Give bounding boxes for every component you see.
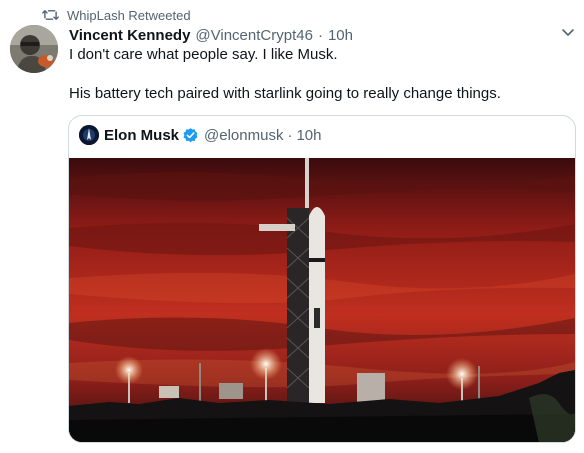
tweet-text-line-1: I don't care what people say. I like Mus…	[69, 46, 338, 63]
quoted-timestamp[interactable]: 10h	[296, 127, 321, 144]
rocket-launchpad-photo[interactable]	[69, 158, 575, 443]
quoted-separator: ·	[287, 126, 293, 144]
retweet-icon	[42, 8, 59, 22]
author-name[interactable]: Vincent Kennedy	[69, 27, 190, 44]
quoted-tweet[interactable]: Elon Musk @elonmusk · 10h	[68, 115, 576, 443]
author-handle[interactable]: @VincentCrypt46	[195, 27, 313, 44]
avatar[interactable]	[10, 25, 58, 73]
quoted-tweet-header: Elon Musk @elonmusk · 10h	[79, 125, 321, 145]
tweet-text-line-2: His battery tech paired with starlink go…	[69, 85, 501, 102]
quoted-author-name[interactable]: Elon Musk	[104, 127, 179, 144]
quoted-author-handle[interactable]: @elonmusk	[204, 127, 283, 144]
retweet-context[interactable]: WhipLash Retweeted	[42, 6, 191, 24]
separator: ·	[317, 26, 323, 44]
verified-badge-icon	[183, 127, 198, 142]
tweet-header: Vincent Kennedy @VincentCrypt46 · 10h	[69, 25, 353, 45]
retweet-label[interactable]: WhipLash Retweeted	[67, 8, 191, 23]
chevron-down-icon[interactable]	[559, 23, 577, 41]
quoted-author-avatar[interactable]	[79, 125, 99, 145]
tweet-timestamp[interactable]: 10h	[328, 27, 353, 44]
